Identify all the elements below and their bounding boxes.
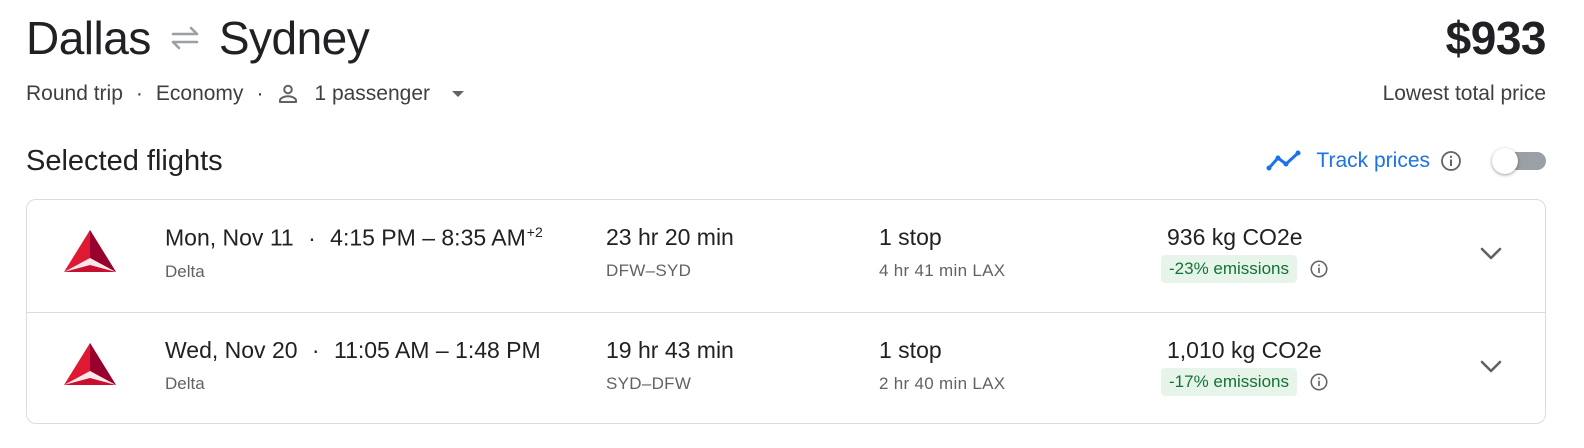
departure-arrival: Mon, Nov 11 · 4:15 PM – 8:35 AM+2 xyxy=(165,224,543,252)
layover-info: 2 hr 40 min LAX xyxy=(879,374,1006,393)
layover-info: 4 hr 41 min LAX xyxy=(879,261,1006,280)
passenger-count[interactable]: 1 passenger xyxy=(314,82,430,106)
flight-row[interactable]: Mon, Nov 11 · 4:15 PM – 8:35 AM+2 Delta … xyxy=(27,200,1545,312)
total-price: $933 xyxy=(1445,12,1547,64)
trip-options: Round trip · Economy · 1 passenger xyxy=(26,78,466,110)
flight-duration: 19 hr 43 min SYD–DFW xyxy=(606,337,734,394)
selected-flights-card: Mon, Nov 11 · 4:15 PM – 8:35 AM+2 Delta … xyxy=(26,199,1546,424)
stops-count: 1 stop xyxy=(879,224,942,250)
separator-dot: · xyxy=(308,224,316,251)
toggle-knob xyxy=(1492,148,1518,174)
track-prices: Track prices xyxy=(1266,142,1546,180)
stops-count: 1 stop xyxy=(879,337,942,363)
flight-stops: 1 stop 2 hr 40 min LAX xyxy=(879,337,1005,394)
trip-title: Dallas Sydney xyxy=(26,8,370,68)
duration-value: 23 hr 20 min xyxy=(606,224,734,250)
emissions-badge: -17% emissions xyxy=(1161,368,1297,396)
info-icon[interactable] xyxy=(1309,259,1329,279)
destination-city: Sydney xyxy=(218,12,370,64)
co2-value: 936 kg CO2e xyxy=(1167,224,1303,250)
chevron-down-icon[interactable] xyxy=(1477,353,1505,381)
route-codes: SYD–DFW xyxy=(606,374,692,393)
price-label: Lowest total price xyxy=(1382,82,1546,105)
flight-emissions: 936 kg CO2e -23% emissions xyxy=(1161,224,1329,283)
co2-value: 1,010 kg CO2e xyxy=(1167,337,1322,363)
separator-dot: · xyxy=(135,82,143,105)
info-icon[interactable] xyxy=(1440,150,1462,172)
cabin-class: Economy xyxy=(155,82,244,105)
emissions-line: -17% emissions xyxy=(1161,368,1329,396)
time-range: 11:05 AM – 1:48 PM xyxy=(333,337,541,363)
flight-duration: 23 hr 20 min DFW–SYD xyxy=(606,224,734,281)
flight-times: Mon, Nov 11 · 4:15 PM – 8:35 AM+2 Delta xyxy=(165,224,543,282)
flight-emissions: 1,010 kg CO2e -17% emissions xyxy=(1161,337,1329,396)
delta-logo-icon xyxy=(63,341,117,387)
flight-stops: 1 stop 4 hr 41 min LAX xyxy=(879,224,1005,281)
section-title: Selected flights xyxy=(26,144,223,177)
separator-dot: · xyxy=(256,82,264,105)
day-offset: +2 xyxy=(526,224,543,240)
duration-value: 19 hr 43 min xyxy=(606,337,734,363)
person-icon xyxy=(276,82,300,106)
airline-name: Delta xyxy=(165,261,205,281)
dropdown-caret-icon[interactable] xyxy=(450,89,466,99)
emissions-line: -23% emissions xyxy=(1161,255,1329,283)
time-range: 4:15 PM – 8:35 AM xyxy=(330,224,526,251)
emissions-badge: -23% emissions xyxy=(1161,255,1297,283)
departure-arrival: Wed, Nov 20 · 11:05 AM – 1:48 PM xyxy=(165,337,541,364)
airline-name: Delta xyxy=(165,374,205,393)
delta-logo-icon xyxy=(63,228,117,274)
track-prices-toggle[interactable] xyxy=(1492,148,1546,174)
flight-summary-page: Dallas Sydney $933 Round trip · Economy … xyxy=(0,0,1584,448)
trending-line-icon xyxy=(1266,150,1302,172)
flight-row[interactable]: Wed, Nov 20 · 11:05 AM – 1:48 PM Delta 1… xyxy=(27,312,1545,424)
swap-arrows-icon xyxy=(169,26,201,50)
separator-dot: · xyxy=(311,337,320,363)
origin-city: Dallas xyxy=(26,12,151,64)
flight-times: Wed, Nov 20 · 11:05 AM – 1:48 PM Delta xyxy=(165,337,541,394)
info-icon[interactable] xyxy=(1309,372,1329,392)
track-prices-label[interactable]: Track prices xyxy=(1316,149,1430,173)
flight-date: Mon, Nov 11 xyxy=(165,224,294,251)
flight-date: Wed, Nov 20 xyxy=(165,337,298,363)
chevron-down-icon[interactable] xyxy=(1477,240,1505,268)
trip-type: Round trip xyxy=(26,82,123,105)
route-codes: DFW–SYD xyxy=(606,261,692,280)
